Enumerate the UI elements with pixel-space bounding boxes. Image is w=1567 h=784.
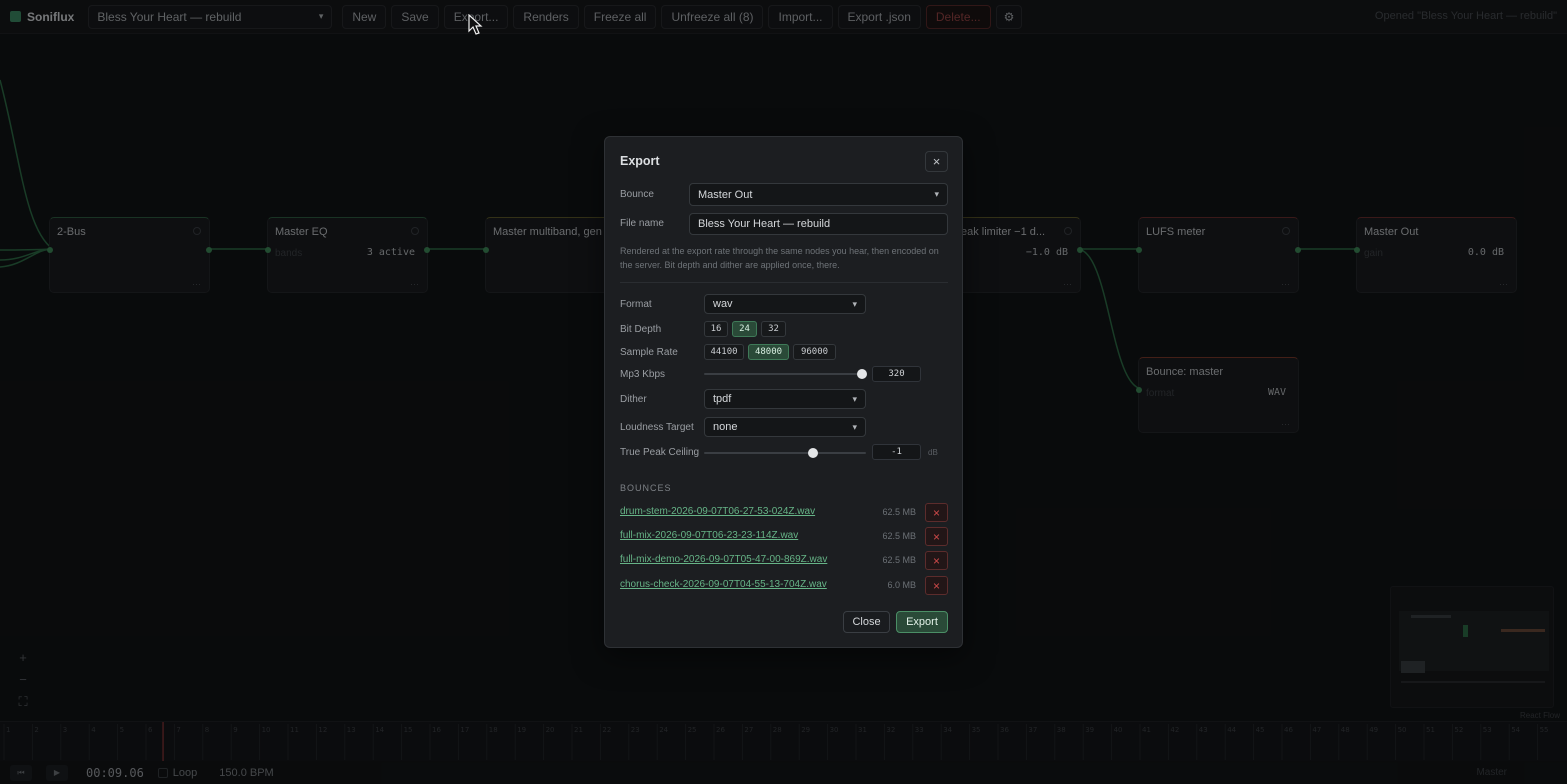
bounce-file-link[interactable]: chorus-check-2026-09-07T04-55-13-704Z.wa… — [620, 579, 827, 590]
list-item: chorus-check-2026-09-07T04-55-13-704Z.wa… — [620, 576, 950, 596]
samplerate-label: Sample Rate — [620, 347, 678, 358]
format-value: wav — [713, 298, 733, 310]
export-description: Rendered at the export rate through the … — [620, 246, 939, 270]
filename-label: File name — [620, 218, 664, 229]
dither-value: tpdf — [713, 393, 732, 405]
format-select[interactable]: wav ▾ — [704, 294, 866, 314]
chevron-down-icon: ▾ — [852, 298, 857, 309]
dither-select[interactable]: tpdf ▾ — [704, 389, 866, 409]
bitdepth-label: Bit Depth — [620, 324, 662, 335]
mp3-kbps-slider-knob[interactable] — [857, 369, 867, 379]
dialog-title: Export — [620, 154, 660, 168]
truepeak-input[interactable]: -1 — [872, 444, 921, 460]
truepeak-unit: dB — [928, 448, 938, 457]
close-icon: × — [932, 553, 940, 568]
mp3-kbps-slider[interactable] — [704, 373, 862, 375]
loudness-label: Loudness Target — [620, 422, 694, 433]
list-item: full-mix-demo-2026-09-07T05-47-00-869Z.w… — [620, 551, 950, 571]
filename-input[interactable]: Bless Your Heart — rebuild — [689, 213, 948, 235]
bounce-file-link[interactable]: drum-stem-2026-09-07T06-27-53-024Z.wav — [620, 506, 815, 517]
truepeak-label: True Peak Ceiling — [620, 447, 700, 458]
chevron-down-icon: ▾ — [852, 393, 857, 404]
samplerate-option-96000[interactable]: 96000 — [793, 344, 836, 360]
samplerate-option-44100[interactable]: 44100 — [704, 344, 744, 360]
truepeak-slider[interactable] — [704, 452, 866, 454]
mp3-kbps-input[interactable]: 320 — [872, 366, 921, 382]
close-icon[interactable]: × — [925, 151, 948, 172]
bitdepth-option-32[interactable]: 32 — [761, 321, 786, 337]
loudness-value: none — [713, 421, 738, 433]
bitdepth-option-24[interactable]: 24 — [732, 321, 757, 337]
close-icon: × — [932, 578, 940, 593]
export-button[interactable]: Export — [896, 611, 948, 633]
delete-bounce-button[interactable]: × — [925, 503, 948, 522]
delete-bounce-button[interactable]: × — [925, 576, 948, 595]
mp3-kbps-label: Mp3 Kbps — [620, 369, 666, 380]
delete-bounce-button[interactable]: × — [925, 551, 948, 570]
samplerate-option-48000[interactable]: 48000 — [748, 344, 789, 360]
bounce-select[interactable]: Master Out ▾ — [689, 183, 948, 206]
truepeak-slider-knob[interactable] — [807, 448, 818, 458]
bounce-value: Master Out — [698, 188, 753, 201]
format-label: Format — [620, 299, 652, 310]
chevron-down-icon: ▾ — [934, 189, 939, 199]
bounce-file-link[interactable]: full-mix-demo-2026-09-07T05-47-00-869Z.w… — [620, 554, 827, 565]
bitdepth-option-16[interactable]: 16 — [704, 321, 728, 337]
mouse-cursor-icon — [468, 14, 483, 35]
list-item: full-mix-2026-09-07T06-23-23-114Z.wav 62… — [620, 527, 950, 547]
filename-value: Bless Your Heart — rebuild — [698, 218, 831, 230]
bounce-file-link[interactable]: full-mix-2026-09-07T06-23-23-114Z.wav — [620, 530, 798, 541]
list-item: drum-stem-2026-09-07T06-27-53-024Z.wav 6… — [620, 503, 950, 523]
close-button[interactable]: Close — [843, 611, 890, 633]
export-dialog: Export × Bounce Master Out ▾ File name B… — [604, 136, 963, 648]
dither-label: Dither — [620, 394, 647, 405]
bounce-file-size: 62.5 MB — [882, 555, 916, 565]
divider — [620, 282, 948, 283]
bounce-file-size: 62.5 MB — [882, 507, 916, 517]
close-icon: × — [932, 529, 940, 544]
close-icon: × — [932, 505, 940, 520]
chevron-down-icon: ▾ — [852, 421, 857, 432]
bounces-heading: BOUNCES — [620, 483, 672, 493]
bounce-label: Bounce — [620, 189, 654, 200]
delete-bounce-button[interactable]: × — [925, 527, 948, 546]
bounce-file-size: 6.0 MB — [887, 580, 916, 590]
loudness-select[interactable]: none ▾ — [704, 417, 866, 437]
bounce-file-size: 62.5 MB — [882, 531, 916, 541]
